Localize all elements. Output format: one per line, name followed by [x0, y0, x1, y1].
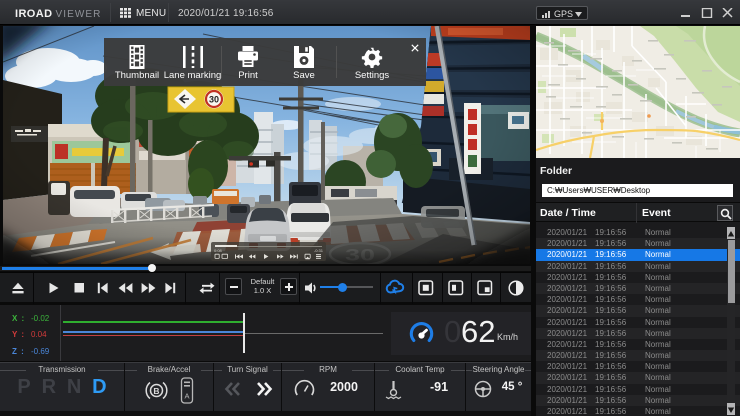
svg-text:A: A: [184, 392, 189, 401]
svg-text:B: B: [153, 386, 159, 396]
